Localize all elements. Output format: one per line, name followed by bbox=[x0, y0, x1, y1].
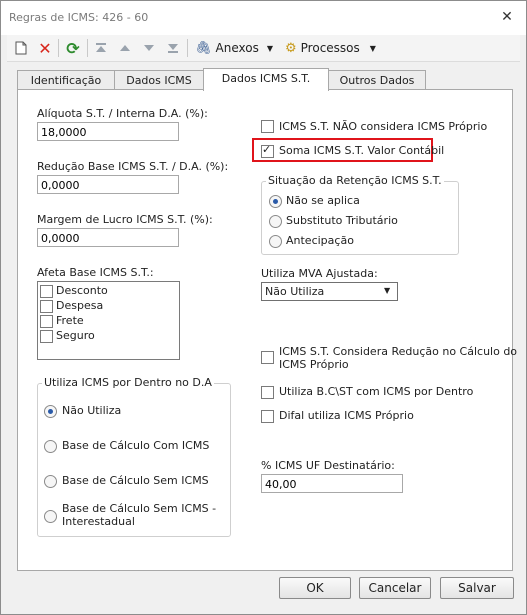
afeta-checklist[interactable]: Desconto Despesa Frete Seguro bbox=[37, 281, 180, 360]
ok-button[interactable]: OK bbox=[279, 577, 351, 599]
nao-considera-label: ICMS S.T. NÃO considera ICMS Próprio bbox=[279, 120, 488, 133]
reducao-input[interactable]: 0,0000 bbox=[37, 175, 179, 194]
chevron-down-icon: ▼ bbox=[384, 286, 391, 295]
title-bar: Regras de ICMS: 426 - 60 ✕ bbox=[1, 1, 526, 35]
despesa-checkbox[interactable] bbox=[40, 300, 53, 313]
tab-panel-dados-icms-st: Alíquota S.T. / Interna D.A. (%): 18,000… bbox=[17, 89, 517, 571]
bc-sem-icms-inter-label-2: Interestadual bbox=[62, 515, 135, 528]
bc-sem-icms-label: Base de Cálculo Sem ICMS bbox=[62, 474, 209, 487]
substituto-radio[interactable] bbox=[269, 215, 282, 228]
bc-com-icms-label: Base de Cálculo Com ICMS bbox=[62, 439, 210, 452]
last-record-icon[interactable] bbox=[165, 38, 181, 58]
situacao-group: Situação da Retenção ICMS S.T. Não se ap… bbox=[261, 174, 459, 255]
soma-valor-label: Soma ICMS S.T. Valor Contábil bbox=[279, 144, 445, 157]
utiliza-bc-label: Utiliza B.C\ST com ICMS por Dentro bbox=[279, 385, 474, 398]
dialog-window: Regras de ICMS: 426 - 60 ✕ ✕ ⟳ 🖇 Anexos … bbox=[0, 0, 527, 615]
processos-label: Processos bbox=[300, 41, 360, 55]
new-document-icon[interactable] bbox=[13, 38, 29, 58]
bc-sem-icms-inter-label-1: Base de Cálculo Sem ICMS - bbox=[62, 502, 217, 515]
save-button[interactable]: Salvar bbox=[440, 577, 514, 599]
dentro-da-group: Utiliza ICMS por Dentro no D.A Não Utili… bbox=[37, 376, 231, 537]
frete-label: Frete bbox=[56, 314, 84, 327]
first-record-icon[interactable] bbox=[93, 38, 109, 58]
bc-sem-icms-inter-radio[interactable] bbox=[44, 510, 57, 523]
margem-label: Margem de Lucro ICMS S.T. (%): bbox=[37, 213, 213, 226]
anexos-label: Anexos bbox=[215, 41, 259, 55]
utiliza-bc-checkbox[interactable] bbox=[261, 386, 274, 399]
anexos-menu[interactable]: 🖇 Anexos ▼ bbox=[195, 38, 273, 58]
despesa-label: Despesa bbox=[56, 299, 104, 312]
margem-input[interactable]: 0,0000 bbox=[37, 228, 179, 247]
next-record-icon[interactable] bbox=[141, 38, 157, 58]
aliquota-label: Alíquota S.T. / Interna D.A. (%): bbox=[37, 107, 208, 120]
cancel-button[interactable]: Cancelar bbox=[359, 577, 431, 599]
nao-utiliza-radio[interactable] bbox=[44, 405, 57, 418]
seguro-label: Seguro bbox=[56, 329, 95, 342]
uf-label: % ICMS UF Destinatário: bbox=[261, 459, 395, 472]
toolbar-separator bbox=[87, 39, 88, 57]
refresh-icon[interactable]: ⟳ bbox=[64, 38, 82, 58]
paperclip-icon: 🖇 bbox=[195, 40, 212, 56]
nao-se-aplica-label: Não se aplica bbox=[286, 194, 360, 207]
seguro-checkbox[interactable] bbox=[40, 330, 53, 343]
toolbar: ✕ ⟳ 🖇 Anexos ▼ ⚙ Processos ▼ bbox=[7, 35, 520, 62]
delete-icon[interactable]: ✕ bbox=[37, 38, 53, 58]
substituto-label: Substituto Tributário bbox=[286, 214, 398, 227]
tab-dados-icms-st[interactable]: Dados ICMS S.T. bbox=[203, 68, 329, 91]
chevron-down-icon: ▼ bbox=[266, 43, 273, 53]
frete-checkbox[interactable] bbox=[40, 315, 53, 328]
desconto-checkbox[interactable] bbox=[40, 285, 53, 298]
mva-select[interactable]: Não Utiliza ▼ bbox=[261, 282, 398, 301]
window-title: Regras de ICMS: 426 - 60 bbox=[9, 11, 149, 24]
chevron-down-icon: ▼ bbox=[369, 43, 376, 53]
tab-dados-icms[interactable]: Dados ICMS bbox=[114, 70, 204, 90]
mva-value: Não Utiliza bbox=[265, 285, 325, 298]
close-icon[interactable]: ✕ bbox=[498, 8, 516, 26]
considera-reducao-checkbox[interactable] bbox=[261, 351, 274, 364]
processos-menu[interactable]: ⚙ Processos ▼ bbox=[285, 38, 385, 58]
difal-checkbox[interactable] bbox=[261, 410, 274, 423]
tab-identificacao[interactable]: Identificação bbox=[17, 70, 115, 90]
toolbar-separator bbox=[187, 39, 188, 57]
aliquota-input[interactable]: 18,0000 bbox=[37, 122, 179, 141]
difal-label: Difal utiliza ICMS Próprio bbox=[279, 409, 414, 422]
desconto-label: Desconto bbox=[56, 284, 108, 297]
nao-se-aplica-radio[interactable] bbox=[269, 195, 282, 208]
reducao-label: Redução Base ICMS S.T. / D.A. (%): bbox=[37, 160, 229, 173]
uf-input[interactable]: 40,00 bbox=[261, 474, 403, 493]
toolbar-separator bbox=[58, 39, 59, 57]
dentro-da-title: Utiliza ICMS por Dentro no D.A bbox=[42, 376, 214, 389]
previous-record-icon[interactable] bbox=[117, 38, 133, 58]
antecipacao-radio[interactable] bbox=[269, 235, 282, 248]
afeta-label: Afeta Base ICMS S.T.: bbox=[37, 266, 154, 279]
gears-icon: ⚙ bbox=[285, 40, 297, 56]
bc-sem-icms-radio[interactable] bbox=[44, 475, 57, 488]
mva-label: Utiliza MVA Ajustada: bbox=[261, 267, 378, 280]
considera-reducao-label-2: ICMS Próprio bbox=[279, 358, 349, 371]
soma-valor-checkbox[interactable] bbox=[261, 143, 274, 158]
bc-com-icms-radio[interactable] bbox=[44, 440, 57, 453]
antecipacao-label: Antecipação bbox=[286, 234, 354, 247]
nao-considera-checkbox[interactable] bbox=[261, 120, 274, 133]
situacao-title: Situação da Retenção ICMS S.T. bbox=[266, 174, 444, 187]
considera-reducao-label-1: ICMS S.T. Considera Redução no Cálculo d… bbox=[279, 345, 518, 358]
nao-utiliza-label: Não Utiliza bbox=[62, 404, 122, 417]
tab-outros-dados[interactable]: Outros Dados bbox=[328, 70, 426, 90]
